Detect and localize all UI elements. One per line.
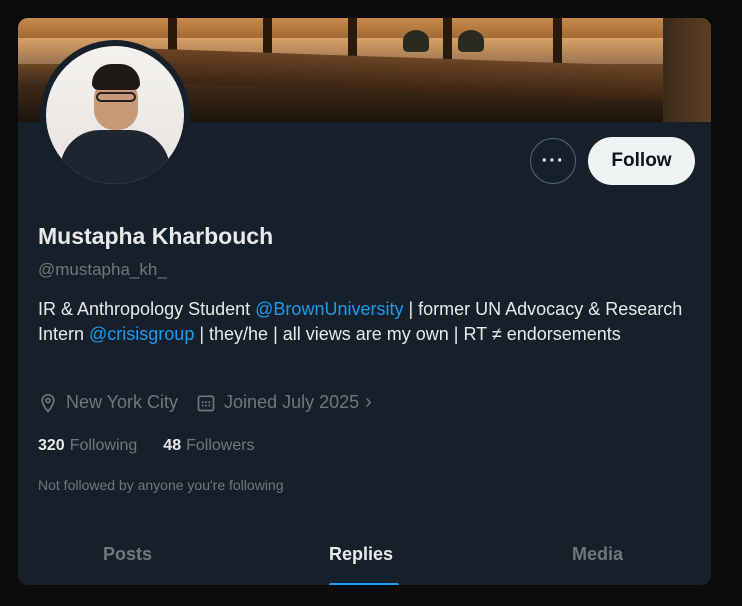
mention-crisisgroup-link[interactable]: @crisisgroup bbox=[89, 324, 194, 344]
joined-date[interactable]: Joined July 2025 bbox=[224, 392, 359, 413]
banner-pillar bbox=[663, 18, 711, 122]
follow-counts: 320 Following 48 Followers bbox=[38, 437, 255, 455]
following-link[interactable]: 320 Following bbox=[38, 437, 137, 455]
profile-card: ··· Follow Mustapha Kharbouch @mustapha_… bbox=[18, 18, 711, 585]
follow-button[interactable]: Follow bbox=[588, 137, 695, 185]
more-icon: ··· bbox=[541, 149, 565, 172]
profile-bio: IR & Anthropology Student @BrownUniversi… bbox=[38, 299, 683, 344]
location-text: New York City bbox=[66, 392, 179, 412]
avatar[interactable] bbox=[40, 40, 190, 190]
tab-replies[interactable]: Replies bbox=[329, 544, 393, 565]
tab-posts[interactable]: Posts bbox=[103, 544, 152, 565]
calendar-icon bbox=[197, 395, 215, 411]
more-options-button[interactable]: ··· bbox=[530, 138, 576, 184]
chevron-right-icon[interactable]: › bbox=[365, 391, 372, 414]
map-pin-icon bbox=[41, 393, 55, 413]
avatar-photo bbox=[46, 46, 184, 184]
tab-media[interactable]: Media bbox=[572, 544, 623, 565]
mention-brownuniversity-link[interactable]: @BrownUniversity bbox=[255, 299, 403, 319]
display-name: Mustapha Kharbouch bbox=[38, 223, 274, 249]
active-tab-indicator bbox=[329, 583, 399, 585]
username-handle: @mustapha_kh_ bbox=[38, 260, 167, 279]
not-followed-notice: Not followed by anyone you're following bbox=[38, 477, 284, 493]
profile-tabs: Posts Replies Media bbox=[18, 528, 711, 585]
profile-meta: New York City Joined July 2025 › bbox=[38, 391, 372, 414]
followers-link[interactable]: 48 Followers bbox=[163, 437, 254, 455]
